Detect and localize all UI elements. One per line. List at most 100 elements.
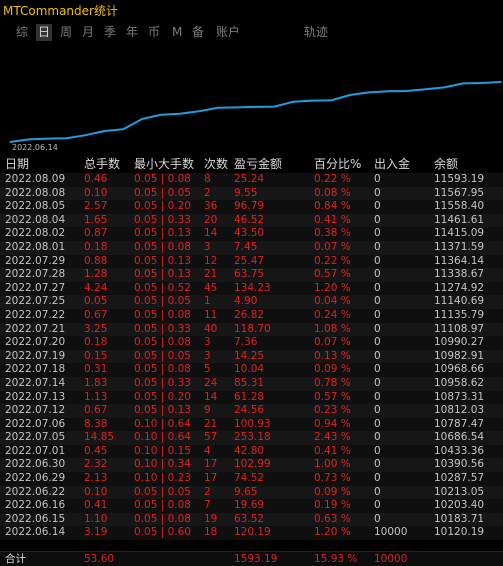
cell-flow: 0 [374,173,381,185]
balance-point-13 [254,106,257,108]
cell-date: 2022.07.01 [5,444,66,457]
tab-0[interactable]: 综 [14,24,30,41]
balance-point-11 [217,107,219,109]
cell-date: 2022.07.25 [5,295,66,308]
cell-date: 2022.06.14 [5,526,66,539]
cell-pnl: 120.19 [234,526,271,539]
cell-pct: 0.57 % [314,268,351,281]
table-row[interactable]: 2022.07.12 0.67 0.05 | 0.13 9 24.56 0.23 % 0 10… [0,404,503,418]
cell-pnl: 100.93 [234,417,271,430]
tab-1[interactable]: 日 [36,24,53,41]
table-row[interactable]: 2022.07.28 1.28 0.05 | 0.13 21 63.75 0.57 % 0 1… [0,268,503,282]
cell-pct: 0.78 % [314,376,351,389]
cell-balance: 11558.40 [434,200,485,213]
cell-lots: 1.83 [84,376,108,389]
table-row[interactable]: 2022.07.29 0.88 0.05 | 0.13 12 25.47 0.22 % 0 1… [0,254,503,269]
cell-balance: 10982.91 [434,349,485,362]
cell-date: 2022.08.02 [5,227,66,240]
cell-pnl: 43.50 [234,227,265,240]
table-row[interactable]: 2022.06.16 0.41 0.05 | 0.08 7 19.69 0.19 % 0 10… [0,499,503,513]
cell-minmax: 0.05 | 0.08 [134,336,191,349]
column-header-3[interactable]: 次数 [204,155,228,172]
cell-pct: 0.13 % [314,349,351,362]
table-row[interactable]: 2022.06.22 0.10 0.05 | 0.05 2 9.65 0.09 % 0 102… [0,485,503,500]
cell-lots: 0.18 [84,336,108,349]
tab-4[interactable]: 季 [102,24,118,41]
cell-pct: 0.41 % [314,444,351,457]
cell-count: 21 [204,417,218,430]
cell-balance: 11593.19 [434,173,485,185]
cell-flow: 0 [374,254,381,267]
tab-3[interactable]: 月 [80,24,96,41]
cell-lots: 0.10 [84,485,108,498]
cell-lots: 1.28 [84,268,108,281]
cell-minmax: 0.10 | 0.34 [134,458,191,471]
totals-row: 合计 53.60 1593.19 15.93 % 10000 [0,551,503,566]
cell-count: 14 [204,390,218,403]
table-row[interactable]: 2022.06.15 1.10 0.05 | 0.08 19 63.52 0.63 % 0 1… [0,512,503,527]
cell-lots: 4.24 [84,281,108,294]
table-row[interactable]: 2022.07.14 1.83 0.05 | 0.33 24 85.31 0.78 % 0 1… [0,376,503,391]
table-row[interactable]: 2022.07.13 1.13 0.05 | 0.20 14 61.28 0.57 % 0 1… [0,390,503,405]
cell-count: 3 [204,240,211,253]
table-row[interactable]: 2022.07.18 0.31 0.05 | 0.08 5 10.04 0.09 % 0 10… [0,363,503,377]
cell-minmax: 0.05 | 0.52 [134,281,191,294]
column-header-7[interactable]: 余额 [434,155,458,172]
tab-2[interactable]: 周 [58,24,74,41]
tab-7[interactable]: M [170,24,184,41]
table-row[interactable]: 2022.07.06 8.38 0.10 | 0.64 21 100.93 0.94 % 0… [0,417,503,432]
table-row[interactable]: 2022.07.21 3.25 0.05 | 0.33 40 118.70 1.08 % 0… [0,322,503,337]
cell-minmax: 0.05 | 0.08 [134,499,191,512]
cell-pct: 1.20 % [314,526,351,539]
column-header-2[interactable]: 最小大手数 [134,155,194,172]
balance-point-23 [443,86,445,88]
tab-6[interactable]: 币 [146,24,162,41]
column-header-1[interactable]: 总手数 [84,155,120,172]
cell-flow: 0 [374,186,381,199]
tab-8[interactable]: 备 [190,24,206,41]
table-row[interactable]: 2022.07.22 0.67 0.05 | 0.08 11 26.82 0.24 % 0 1… [0,308,503,323]
totals-flow: 10000 [374,553,408,565]
balance-point-15 [292,101,294,103]
cell-balance: 11364.14 [434,254,485,267]
table-row[interactable]: 2022.07.27 4.24 0.05 | 0.52 45 134.23 1.20 % 0… [0,281,503,296]
table-row[interactable]: 2022.06.14 3.19 0.05 | 0.60 18 120.19 1.20 % 1… [0,526,503,541]
table-row[interactable]: 2022.06.29 2.13 0.10 | 0.23 17 74.52 0.73 % 0 1… [0,472,503,486]
cell-date: 2022.06.29 [5,472,66,485]
totals-pct: 15.93 % [314,553,358,565]
table-row[interactable]: 2022.07.25 0.05 0.05 | 0.05 1 4.90 0.04 % 0 111… [0,295,503,309]
cell-count: 3 [204,349,211,362]
table-row[interactable]: 2022.07.01 0.45 0.10 | 0.15 4 42.80 0.41 % 0 10… [0,444,503,459]
cell-pnl: 25.24 [234,173,265,185]
table-row[interactable]: 2022.08.04 1.65 0.05 | 0.33 20 46.52 0.41 % 0 1… [0,213,503,228]
cell-date: 2022.07.28 [5,268,66,281]
cell-lots: 0.46 [84,173,108,185]
table-row[interactable]: 2022.07.05 14.85 0.10 | 0.64 57 253.18 2.43 %… [0,431,503,445]
cell-date: 2022.07.19 [5,349,66,362]
cell-minmax: 0.10 | 0.15 [134,444,191,457]
table-row[interactable]: 2022.07.20 0.18 0.05 | 0.08 3 7.36 0.07 % 0 109… [0,336,503,350]
cell-pnl: 14.25 [234,349,265,362]
column-header-4[interactable]: 盈亏金额 [234,155,282,172]
table-row[interactable]: 2022.08.08 0.10 0.05 | 0.05 2 9.55 0.08 % 0 115… [0,186,503,201]
tab-10[interactable]: 轨迹 [302,24,330,41]
cell-minmax: 0.05 | 0.05 [134,485,191,498]
column-header-6[interactable]: 出入金 [374,155,410,172]
cell-flow: 0 [374,213,381,226]
column-header-0[interactable]: 日期 [5,155,29,172]
table-row[interactable]: 2022.08.01 0.18 0.05 | 0.08 3 7.45 0.07 % 0 113… [0,240,503,255]
cell-date: 2022.06.22 [5,485,66,498]
cell-flow: 0 [374,363,381,376]
table-row[interactable]: 2022.08.05 2.57 0.05 | 0.20 36 96.79 0.84 % 0 1… [0,200,503,214]
table-row[interactable]: 2022.08.09 0.46 0.05 | 0.08 8 25.24 0.22 % 0 11… [0,173,503,187]
cell-minmax: 0.10 | 0.64 [134,431,191,444]
cell-count: 2 [204,186,211,199]
cell-pnl: 253.18 [234,431,271,444]
tab-5[interactable]: 年 [124,24,140,41]
column-header-5[interactable]: 百分比% [314,155,361,172]
cell-pct: 0.22 % [314,254,351,267]
table-row[interactable]: 2022.07.19 0.15 0.05 | 0.05 3 14.25 0.13 % 0 10… [0,349,503,364]
table-row[interactable]: 2022.06.30 2.32 0.10 | 0.34 17 102.99 1.00 % 0… [0,458,503,473]
table-row[interactable]: 2022.08.02 0.87 0.05 | 0.13 14 43.50 0.38 % 0 1… [0,227,503,241]
tab-9[interactable]: 账户 [214,24,242,41]
